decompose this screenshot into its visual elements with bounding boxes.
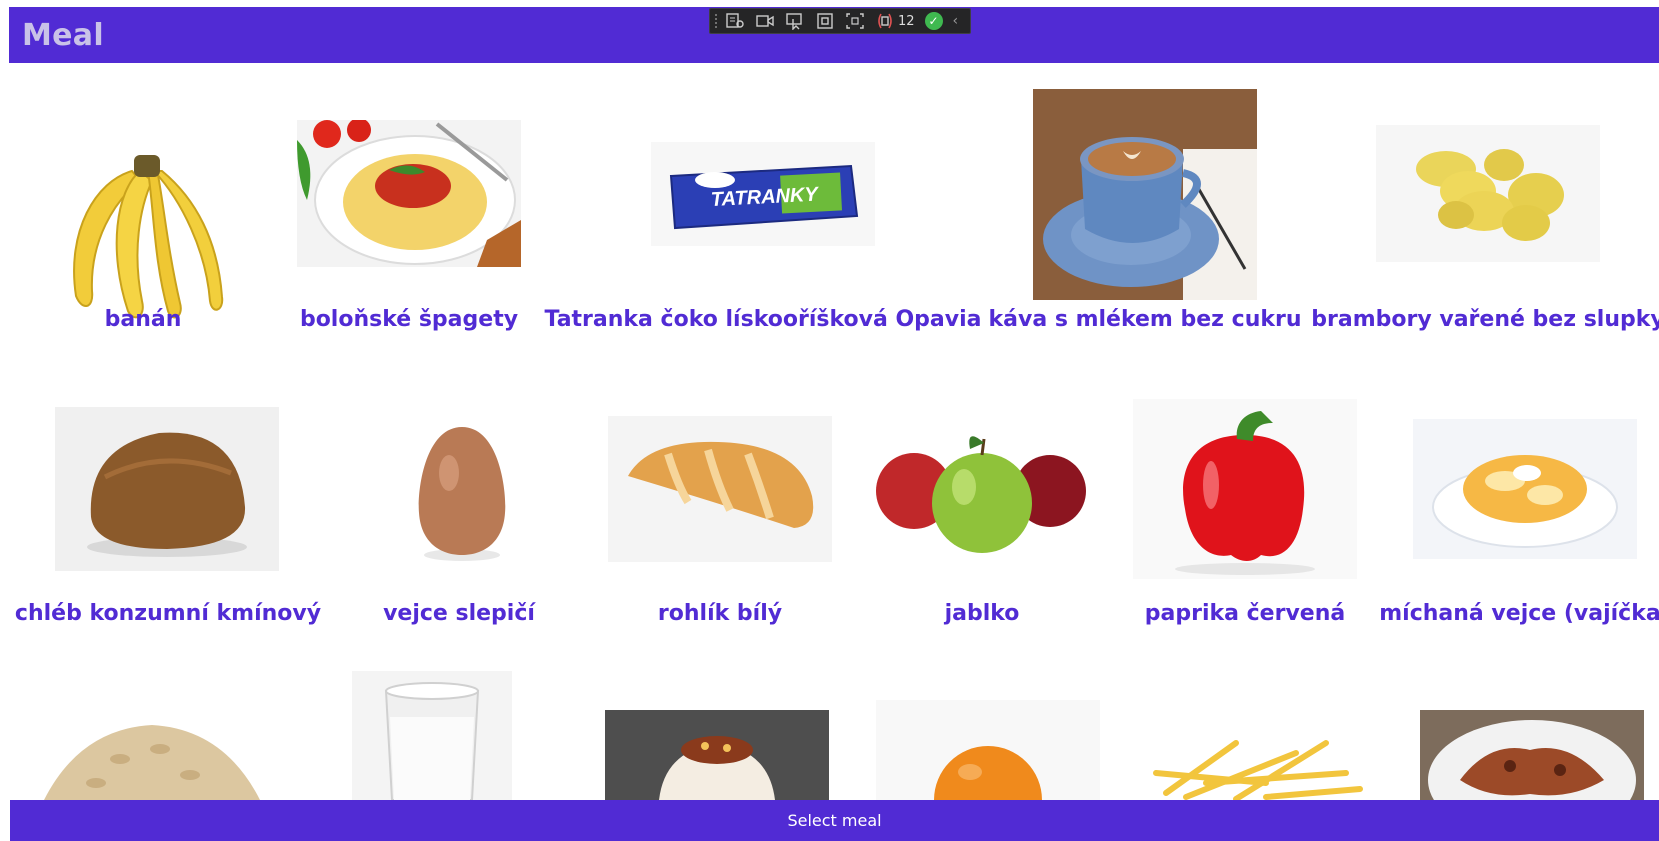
spaghetti-image [297, 120, 521, 267]
meal-name: paprika červená [1144, 601, 1346, 626]
potatoes-image [1376, 125, 1600, 262]
coffee-image [1033, 89, 1257, 300]
meal-name: brambory vařené bez slupky [1311, 307, 1659, 332]
dessert-image [605, 710, 829, 800]
bread-image [55, 407, 279, 571]
toolbar-grip[interactable] [714, 13, 718, 29]
roll-image [608, 416, 832, 562]
meal-name: káva s mlékem bez cukru [988, 307, 1302, 332]
collapse-chevron-icon[interactable]: ‹ [953, 13, 959, 29]
meal-name: banán [104, 307, 182, 332]
binding-failures-icon[interactable] [874, 11, 896, 31]
debug-toolbar: 12 ✓ ‹ [709, 8, 971, 34]
page-title: Meal [22, 18, 104, 53]
wafer-bar-image: TATRANKY [651, 142, 875, 246]
meal-name: míchaná vejce (vajíčka) [1379, 601, 1659, 626]
meal-name: boloňské špagety [299, 307, 519, 332]
track-focused-element-icon[interactable] [844, 11, 866, 31]
meal-name: rohlík bílý [657, 601, 783, 626]
meal-name: vejce slepičí [383, 601, 535, 626]
milk-glass-image [352, 671, 512, 800]
meal-name: chléb konzumní kmínový [14, 601, 322, 626]
banana-image [36, 111, 248, 331]
apples-image [870, 413, 1094, 563]
meal-name: jablko [944, 601, 1020, 626]
oat-flakes-image [40, 719, 264, 800]
checkmark-icon[interactable]: ✓ [924, 12, 943, 30]
select-element-icon[interactable] [784, 11, 806, 31]
live-visual-tree-icon[interactable] [724, 11, 746, 31]
egg-image [397, 413, 527, 563]
record-video-icon[interactable] [754, 11, 776, 31]
meal-grid[interactable]: banán boloňské špagety TATRANKY Tatranka… [0, 63, 1659, 800]
binding-failures-count: 12 [898, 13, 915, 29]
meal-name: Tatranka čoko lískooříšková Opavia [544, 307, 982, 332]
display-layout-adorners-icon[interactable] [814, 11, 836, 31]
pepper-image [1133, 399, 1357, 579]
select-meal-label: Select meal [787, 811, 882, 830]
select-meal-button[interactable]: Select meal [10, 800, 1659, 841]
fries-image [1146, 723, 1370, 800]
grilled-meat-image [1420, 710, 1644, 800]
scrambled-eggs-image [1413, 419, 1637, 559]
orange-image [876, 700, 1100, 800]
